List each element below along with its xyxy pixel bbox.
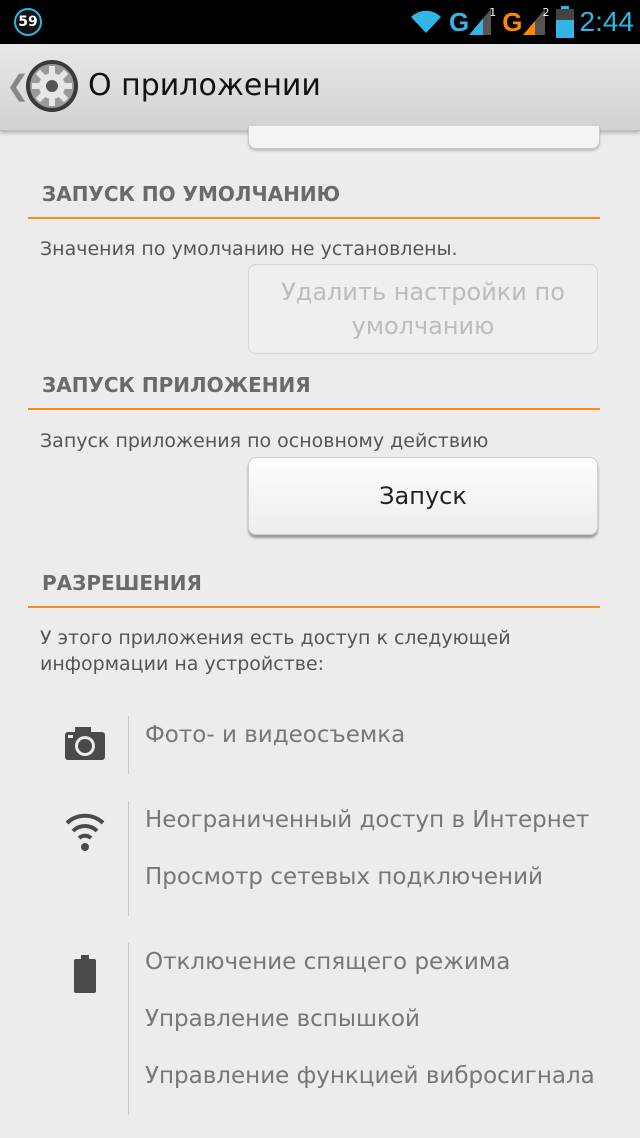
clear-defaults-label-line2: умолчанию: [351, 312, 495, 340]
permission-item[interactable]: Неограниченный доступ в Интернет: [145, 807, 589, 833]
section-header-permissions: РАЗРЕШЕНИЯ: [28, 571, 600, 608]
permission-item[interactable]: Отключение спящего режима: [145, 949, 510, 975]
section-header-app-launch: ЗАПУСК ПРИЛОЖЕНИЯ: [28, 373, 600, 410]
permission-group-system: Отключение спящего режима Управление всп…: [0, 943, 640, 1115]
wifi-icon: [62, 807, 108, 853]
clear-defaults-button[interactable]: Удалить настройки по умолчанию: [248, 264, 598, 354]
app-launch-description: Запуск приложения по основному действию: [40, 430, 489, 452]
settings-gear-icon[interactable]: [24, 58, 80, 114]
permissions-description-line2: информации на устройстве:: [40, 653, 325, 675]
permissions-description: У этого приложения есть доступ к следующ…: [40, 625, 600, 677]
permissions-description-line1: У этого приложения есть доступ к следующ…: [40, 627, 511, 649]
launch-button[interactable]: Запуск: [248, 457, 598, 535]
notification-badge[interactable]: 59: [14, 8, 42, 36]
battery-status-icon: [555, 6, 574, 38]
sim2-number: 2: [542, 5, 550, 19]
sim1-signal-icon: [469, 9, 492, 35]
permission-item[interactable]: Управление функцией вибросигнала: [145, 1063, 595, 1089]
permission-group-network: Неограниченный доступ в Интернет Просмот…: [0, 801, 640, 916]
sim2-network-type: G: [502, 6, 523, 37]
clock: 2:44: [579, 6, 635, 37]
sim2-signal: G 2: [502, 5, 550, 38]
permission-item[interactable]: Просмотр сетевых подключений: [145, 864, 543, 890]
permission-divider: [128, 801, 129, 916]
permission-divider: [128, 716, 129, 774]
battery-icon: [62, 953, 108, 999]
page-title: О приложении: [88, 68, 321, 103]
action-bar: ❮ О приложении: [0, 44, 640, 131]
status-bar: 59 G 1 G 2 2:44: [0, 0, 640, 44]
permission-group-camera: Фото- и видеосъемка: [0, 716, 640, 774]
sim1-signal: G 1: [449, 5, 497, 38]
wifi-status-icon: [409, 9, 443, 35]
sim1-number: 1: [489, 5, 497, 19]
camera-icon: [62, 724, 108, 770]
permission-item[interactable]: Фото- и видеосъемка: [145, 722, 405, 748]
clear-defaults-label-line1: Удалить настройки по: [281, 278, 565, 306]
section-header-default-launch: ЗАПУСК ПО УМОЛЧАНИЮ: [28, 182, 600, 219]
permission-divider: [128, 943, 129, 1115]
sim1-network-type: G: [449, 6, 470, 37]
default-launch-description: Значения по умолчанию не установлены.: [40, 238, 458, 260]
status-icons: G 1 G 2 2:44: [409, 0, 640, 44]
permission-item[interactable]: Управление вспышкой: [145, 1006, 420, 1032]
sim2-signal-icon: [522, 9, 545, 35]
partial-button[interactable]: [248, 126, 600, 149]
